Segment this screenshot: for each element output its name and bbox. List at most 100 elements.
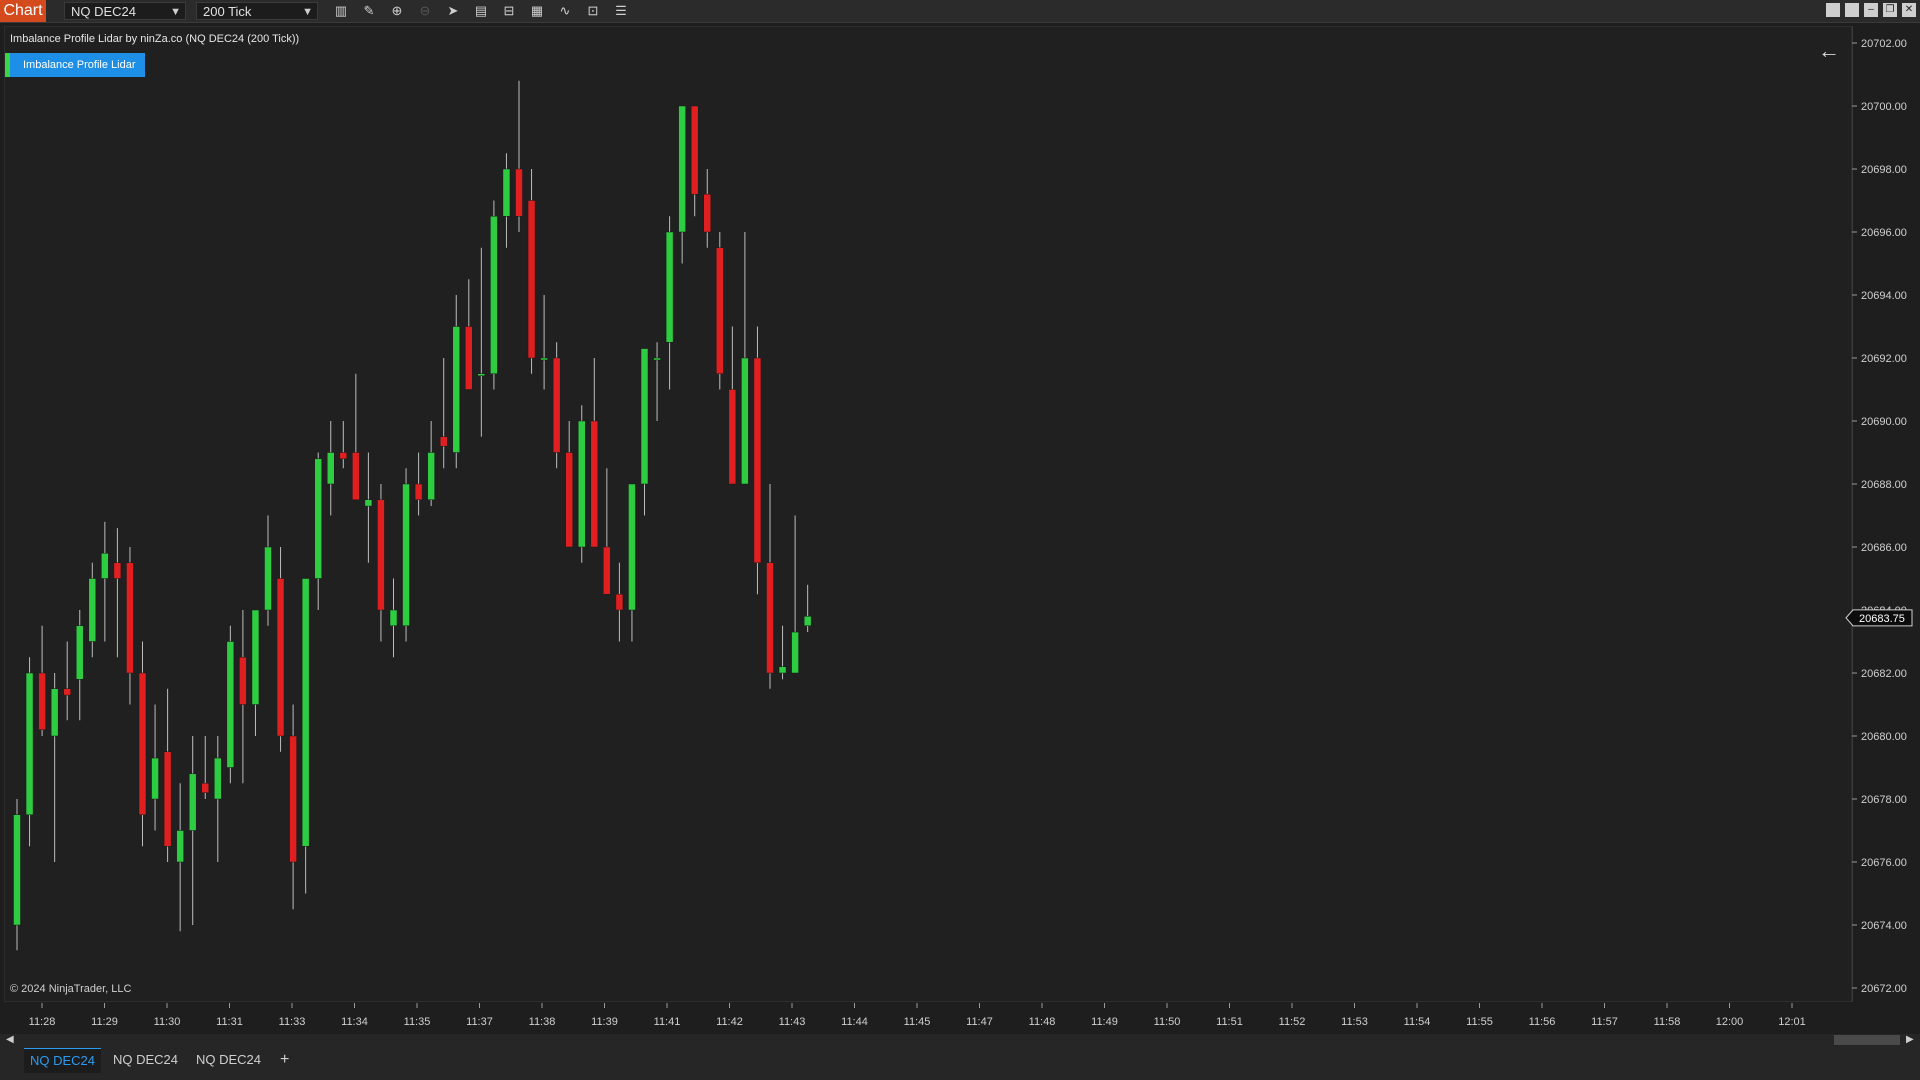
candle-body <box>716 247 724 374</box>
candle-body <box>427 452 435 500</box>
candle-body <box>452 326 460 453</box>
candle <box>113 528 122 658</box>
candle <box>477 247 486 437</box>
candle <box>314 452 322 610</box>
candle <box>753 326 762 595</box>
candle <box>251 609 260 736</box>
candle <box>665 216 674 390</box>
candle-body <box>640 348 649 485</box>
candle <box>452 295 460 469</box>
copyright-text: © 2024 NinjaTrader, LLC <box>10 983 132 995</box>
candle-body <box>527 200 536 359</box>
candle <box>101 521 109 642</box>
indicator-color-bar <box>5 53 10 77</box>
price-axis[interactable] <box>1852 26 1920 1002</box>
candle-body <box>615 594 624 611</box>
candle-body <box>603 546 611 595</box>
candle <box>327 421 335 516</box>
candle-body <box>50 688 59 737</box>
candle <box>264 515 272 626</box>
candle <box>628 483 636 642</box>
candle <box>439 358 448 469</box>
instrument-tab[interactable]: NQ DEC24 <box>24 1048 102 1073</box>
candle <box>414 452 423 516</box>
candle-body <box>88 578 97 642</box>
candle <box>226 625 235 784</box>
candle <box>590 358 599 548</box>
candle-body <box>25 672 34 815</box>
candle <box>352 373 360 500</box>
candle <box>540 295 548 390</box>
candle <box>239 610 247 784</box>
candle <box>88 562 97 658</box>
candle-body <box>778 666 787 674</box>
candle <box>690 105 699 217</box>
scrollbar-thumb[interactable] <box>1834 1035 1900 1045</box>
candle-body <box>540 357 548 361</box>
candle <box>76 610 84 721</box>
candlestick-chart <box>13 80 812 951</box>
candle <box>615 562 624 642</box>
candle-body <box>490 216 498 374</box>
candle <box>766 484 774 689</box>
candle-body <box>741 357 749 485</box>
candle-body <box>314 458 322 579</box>
candle <box>163 688 172 862</box>
candle <box>301 578 310 894</box>
candle-body <box>703 193 711 233</box>
candle <box>126 547 134 705</box>
indicator-button[interactable]: Imbalance Profile Lidar <box>5 53 145 77</box>
candle-body <box>678 105 686 233</box>
candle <box>188 736 197 925</box>
instrument-tab[interactable]: NQ DEC24 <box>190 1048 267 1072</box>
candle-body <box>352 452 360 500</box>
candle-body <box>389 609 398 626</box>
candle-body <box>63 688 71 696</box>
back-arrow-icon[interactable]: ← <box>1818 38 1840 64</box>
scroll-left-icon[interactable]: ◀ <box>6 1034 14 1045</box>
candle-body <box>264 546 272 611</box>
candle-body <box>377 499 385 611</box>
candle <box>678 105 686 264</box>
candle-body <box>163 751 172 847</box>
indicator-label: Imbalance Profile Lidar <box>23 59 136 71</box>
candle-body <box>188 773 197 831</box>
candle <box>276 547 285 752</box>
candle <box>38 625 46 736</box>
candle-body <box>665 231 674 343</box>
candle-body <box>327 452 335 485</box>
candle-body <box>151 757 159 800</box>
candle-body <box>101 553 109 579</box>
candle-body <box>414 483 423 500</box>
candle-body <box>13 814 21 926</box>
candle <box>603 468 611 595</box>
candle <box>63 641 71 721</box>
instrument-tab[interactable]: NQ DEC24 <box>107 1048 184 1072</box>
candle <box>640 348 649 516</box>
add-tab-icon[interactable]: + <box>280 1048 289 1072</box>
candle <box>389 578 398 658</box>
candle-body <box>552 357 561 453</box>
candle-body <box>214 757 222 800</box>
candle-body <box>439 436 448 447</box>
candle-body <box>239 657 247 705</box>
candle-body <box>364 499 373 507</box>
candle-body <box>38 672 46 730</box>
candle <box>50 673 59 862</box>
horizontal-scrollbar[interactable] <box>0 1034 1920 1046</box>
candle-body <box>803 616 812 626</box>
scroll-right-icon[interactable]: ▶ <box>1906 1034 1914 1045</box>
candle-body <box>402 483 410 626</box>
candle-body <box>113 562 122 579</box>
chart-title: Imbalance Profile Lidar by ninZa.co (NQ … <box>10 33 300 45</box>
candle-body <box>339 452 348 460</box>
candle <box>728 326 737 485</box>
candle-body <box>766 562 774 674</box>
candle <box>527 169 536 374</box>
candle <box>427 421 435 507</box>
candle <box>339 421 348 469</box>
candle-body <box>590 420 599 548</box>
candle <box>703 169 711 248</box>
candle <box>565 421 573 548</box>
candle-body <box>176 830 184 863</box>
